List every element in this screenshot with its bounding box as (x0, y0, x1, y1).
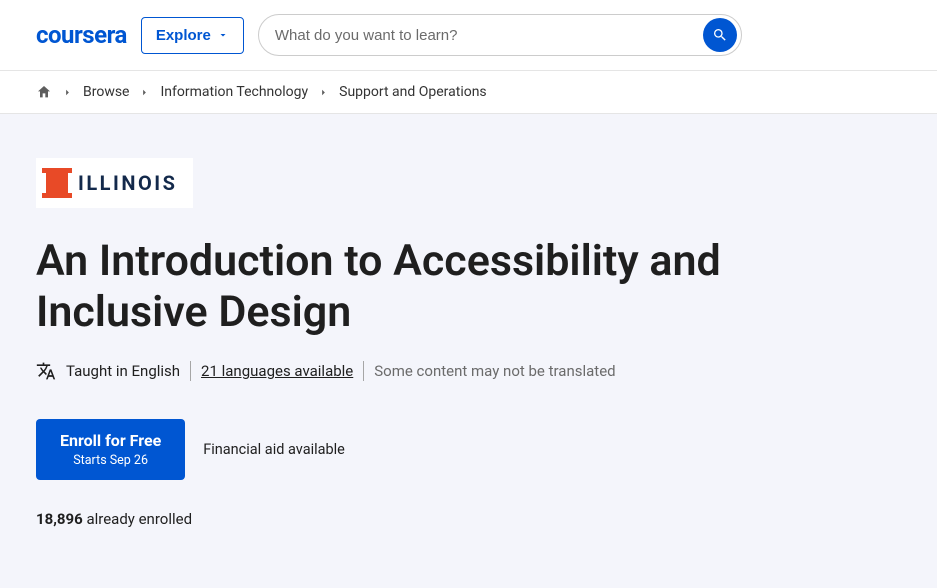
home-icon[interactable] (36, 84, 52, 100)
chevron-right-icon (139, 87, 150, 98)
financial-aid-link[interactable]: Financial aid available (203, 441, 345, 458)
enrolled-count: 18,896 already enrolled (36, 510, 901, 528)
course-title: An Introduction to Accessibility and Inc… (36, 236, 816, 337)
search-input[interactable] (275, 19, 703, 52)
breadcrumb-browse[interactable]: Browse (83, 84, 129, 100)
enroll-row: Enroll for Free Starts Sep 26 Financial … (36, 419, 901, 480)
coursera-logo[interactable]: coursera (36, 21, 127, 49)
translate-icon (36, 361, 56, 381)
taught-in-label: Taught in English (66, 362, 180, 380)
enroll-sublabel: Starts Sep 26 (60, 453, 161, 468)
search-icon (712, 27, 728, 43)
explore-label: Explore (156, 27, 211, 44)
divider (190, 361, 191, 381)
translation-note: Some content may not be translated (374, 362, 615, 380)
chevron-down-icon (217, 29, 229, 41)
partner-name: ILLINOIS (78, 171, 177, 195)
explore-button[interactable]: Explore (141, 17, 244, 54)
breadcrumb: Browse Information Technology Support an… (0, 71, 937, 114)
languages-available-link[interactable]: 21 languages available (201, 362, 353, 380)
enroll-label: Enroll for Free (60, 431, 161, 450)
chevron-right-icon (318, 87, 329, 98)
enrolled-number: 18,896 (36, 510, 83, 528)
divider (363, 361, 364, 381)
breadcrumb-support[interactable]: Support and Operations (339, 84, 487, 100)
enroll-button[interactable]: Enroll for Free Starts Sep 26 (36, 419, 185, 480)
illinois-block-i-icon (46, 168, 68, 198)
top-bar: coursera Explore (0, 0, 937, 71)
enrolled-suffix: already enrolled (83, 510, 192, 528)
search-button[interactable] (703, 18, 737, 52)
breadcrumb-it[interactable]: Information Technology (160, 84, 308, 100)
chevron-right-icon (62, 87, 73, 98)
partner-logo[interactable]: ILLINOIS (36, 158, 193, 208)
language-row: Taught in English 21 languages available… (36, 361, 901, 381)
search-bar (258, 14, 742, 56)
